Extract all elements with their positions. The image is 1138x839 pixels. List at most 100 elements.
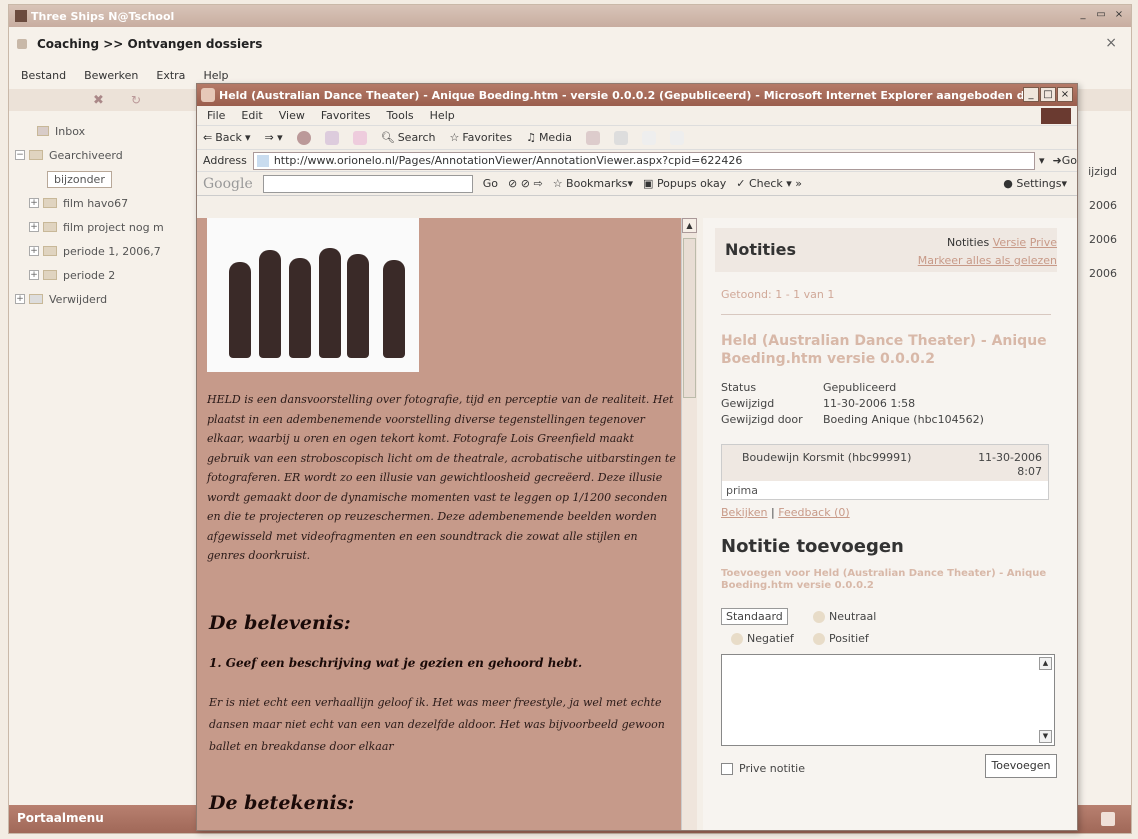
favorites-button[interactable]: ☆ Favorites: [449, 131, 512, 144]
menu-view[interactable]: View: [279, 109, 305, 122]
collapse-icon[interactable]: −: [15, 150, 25, 160]
note-textarea[interactable]: ▲ ▼: [721, 654, 1055, 746]
expand-icon[interactable]: +: [29, 246, 39, 256]
expand-icon[interactable]: +: [29, 222, 39, 232]
check-button[interactable]: ✓ Check ▾ »: [736, 177, 802, 190]
move-icon[interactable]: ↻: [131, 93, 145, 107]
browser-toolbar: ⇐ Back ▾ ⇒ ▾ 🔍︎ Search ☆ Favorites ♫ Media: [197, 126, 1077, 150]
sentiment-standard[interactable]: Standaard: [721, 608, 788, 625]
expand-icon[interactable]: +: [29, 198, 39, 208]
browser-maximize-icon[interactable]: □: [1040, 87, 1056, 102]
add-button[interactable]: Toevoegen: [985, 754, 1057, 778]
google-logo: Google: [203, 175, 253, 192]
bookmarks-button[interactable]: ☆ Bookmarks▾: [553, 177, 633, 190]
heading-belevenis: De belevenis:: [209, 612, 351, 634]
address-label: Address: [203, 154, 247, 167]
scroll-up-icon[interactable]: ▲: [682, 218, 697, 233]
mark-all-read-link[interactable]: Markeer alles als gelezen: [918, 254, 1057, 267]
address-dropdown-icon[interactable]: ▾: [1039, 154, 1045, 167]
mail-icon[interactable]: [613, 130, 628, 145]
close-panel-icon[interactable]: ×: [1105, 35, 1117, 51]
scroll-thumb[interactable]: [683, 238, 696, 398]
menu-extra[interactable]: Extra: [156, 69, 185, 82]
app-logo-icon: [15, 10, 27, 22]
tree-item-verwijderd[interactable]: + Verwijderd: [15, 287, 195, 311]
comment-links: Bekijken | Feedback (0): [721, 506, 850, 519]
notes-title: Notities: [725, 240, 797, 259]
go-button[interactable]: ➜Go: [1053, 154, 1077, 167]
sentiment-neutral[interactable]: Neutraal: [813, 610, 876, 623]
browser-close-icon[interactable]: ×: [1057, 87, 1073, 102]
menu-bestand[interactable]: Bestand: [21, 69, 66, 82]
stop-icon[interactable]: [296, 130, 311, 145]
document-scrollbar[interactable]: ▲: [681, 218, 697, 830]
browser-minimize-icon[interactable]: _: [1023, 87, 1039, 102]
textarea-scroll-up-icon[interactable]: ▲: [1039, 657, 1052, 670]
comment-card: Boudewijn Korsmit (hbc99991) 11-30-2006 8…: [721, 444, 1049, 500]
expand-icon[interactable]: +: [29, 270, 39, 280]
view-link[interactable]: Bekijken: [721, 506, 768, 519]
comment-date: 11-30-2006 8:07: [978, 451, 1042, 478]
maximize-icon[interactable]: ▭: [1093, 8, 1109, 22]
breadcrumb-icon: [17, 39, 27, 49]
intro-text: HELD is een dansvoorstelling over fotogr…: [207, 393, 676, 562]
portal-menu-button[interactable]: Portaalmenu: [17, 811, 104, 825]
menu-tools[interactable]: Tools: [387, 109, 414, 122]
tree-item-periode-1[interactable]: + periode 1, 2006,7: [15, 239, 195, 263]
row-date: 2006: [1089, 233, 1117, 246]
menu-favorites[interactable]: Favorites: [321, 109, 371, 122]
question-1: 1. Geef een beschrijving wat je gezien e…: [209, 656, 583, 670]
tab-versie[interactable]: Versie: [993, 236, 1027, 249]
history-icon[interactable]: [585, 130, 600, 145]
forward-button[interactable]: ⇒ ▾: [264, 131, 282, 144]
print-icon[interactable]: [641, 130, 656, 145]
refresh-icon[interactable]: [324, 130, 339, 145]
sentiment-negative[interactable]: Negatief: [731, 632, 794, 645]
menu-help[interactable]: Help: [430, 109, 455, 122]
edit-icon[interactable]: [669, 130, 684, 145]
tab-prive[interactable]: Prive: [1030, 236, 1057, 249]
search-button[interactable]: 🔍︎ Search: [381, 131, 436, 144]
heading-betekenis: De betekenis:: [209, 792, 355, 814]
tree-item-film-project[interactable]: + film project nog m: [15, 215, 195, 239]
tree-item-gearchiveerd[interactable]: − Gearchiveerd: [15, 143, 195, 167]
pagerank-icon[interactable]: ⊘ ⊘ ⇨: [508, 177, 543, 190]
neutral-face-icon: [813, 610, 825, 623]
tab-notities[interactable]: Notities: [947, 236, 989, 249]
google-go-button[interactable]: Go: [483, 177, 498, 190]
answer-1: Er is niet echt een verhaallijn geloof i…: [209, 696, 665, 753]
sad-face-icon: [731, 632, 743, 645]
tree-item-bijzonder[interactable]: bijzonder: [15, 167, 195, 191]
back-button[interactable]: ⇐ Back ▾: [203, 131, 250, 144]
media-button[interactable]: ♫ Media: [526, 131, 572, 144]
sentiment-positive[interactable]: Positief: [813, 632, 869, 645]
breadcrumb: Coaching >> Ontvangen dossiers: [9, 31, 1131, 57]
menu-help[interactable]: Help: [203, 69, 228, 82]
close-icon[interactable]: ×: [1111, 8, 1127, 22]
private-note-checkbox[interactable]: Prive notitie: [721, 762, 805, 775]
expand-icon[interactable]: +: [15, 294, 25, 304]
textarea-scroll-down-icon[interactable]: ▼: [1039, 730, 1052, 743]
tree-item-inbox[interactable]: Inbox: [15, 119, 195, 143]
row-date: 2006: [1089, 267, 1117, 280]
dancer-figure: [289, 258, 311, 358]
home-icon[interactable]: [352, 130, 367, 145]
tree-item-periode-2[interactable]: + periode 2: [15, 263, 195, 287]
tree-item-film-havo67[interactable]: + film havo67: [15, 191, 195, 215]
folder-icon: [29, 150, 43, 160]
bottom-corner-icon[interactable]: [1101, 812, 1115, 826]
ie-icon: [201, 88, 215, 102]
popups-button[interactable]: ▣ Popups okay: [643, 177, 726, 190]
google-search-input[interactable]: [262, 174, 473, 193]
delete-icon[interactable]: ✖: [93, 93, 107, 108]
menu-file[interactable]: File: [207, 109, 225, 122]
comment-author: Boudewijn Korsmit (hbc99991): [742, 451, 912, 464]
settings-button[interactable]: ● Settings▾: [1003, 177, 1067, 190]
url-input[interactable]: http://www.orionelo.nl/Pages/AnnotationV…: [252, 151, 1035, 170]
feedback-link[interactable]: Feedback (0): [778, 506, 849, 519]
media-icon: ♫: [526, 131, 536, 144]
menu-bewerken[interactable]: Bewerken: [84, 69, 138, 82]
folder-icon: [43, 198, 57, 208]
minimize-icon[interactable]: _: [1075, 8, 1091, 22]
menu-edit[interactable]: Edit: [241, 109, 262, 122]
